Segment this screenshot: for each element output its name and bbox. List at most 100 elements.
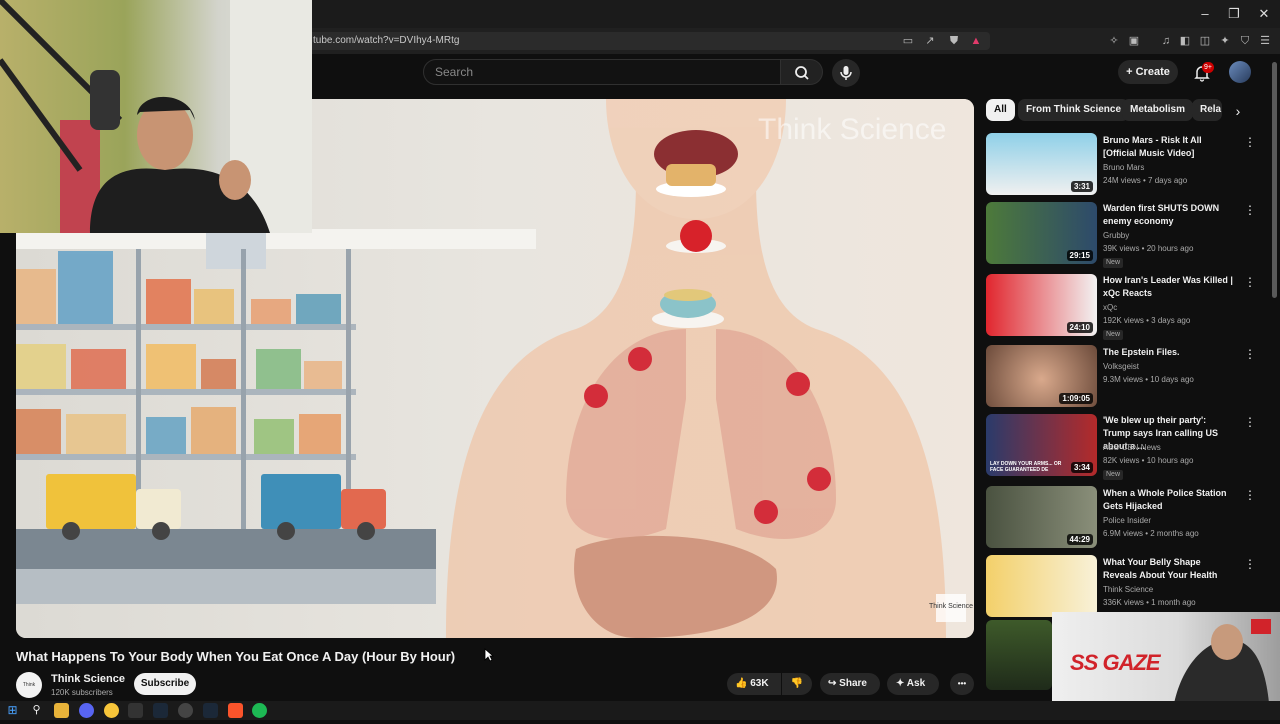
kebab-icon: ⋮	[1244, 275, 1256, 289]
rec-thumbnail-3[interactable]: 24:10	[986, 274, 1097, 336]
rec-meta-7: 336K views • 1 month ago	[1103, 598, 1196, 607]
wallet2-icon[interactable]: ◫	[1197, 33, 1213, 49]
extensions-icon[interactable]: ✧	[1106, 33, 1122, 49]
rec-menu-2[interactable]: ⋮	[1244, 203, 1256, 217]
rec-channel-4[interactable]: Volksgeist	[1103, 362, 1139, 371]
app-icon-5[interactable]	[128, 703, 143, 718]
create-button[interactable]: + Create	[1118, 60, 1178, 84]
rec-channel-6[interactable]: Police Insider	[1103, 516, 1151, 525]
sparkle-icon: ✦	[896, 678, 907, 689]
rec-meta-3: 192K views • 3 days ago	[1103, 316, 1191, 325]
voice-search-button[interactable]	[832, 59, 860, 87]
rec-duration: 29:15	[1066, 250, 1093, 261]
rec-thumbnail-8[interactable]	[986, 620, 1052, 690]
wallet-icon[interactable]: ▣	[1126, 33, 1142, 49]
microphone-icon	[840, 66, 852, 80]
chrome-icon[interactable]	[104, 703, 119, 718]
rec-channel-7[interactable]: Think Science	[1103, 585, 1153, 594]
like-button[interactable]: 👍 63K	[727, 673, 781, 695]
webcam-overlay	[0, 0, 312, 233]
steam-icon[interactable]	[153, 703, 168, 718]
media-icon[interactable]: ♫	[1158, 33, 1174, 49]
search-button[interactable]	[781, 59, 823, 85]
rec-title-7[interactable]: What Your Belly Shape Reveals About Your…	[1103, 556, 1233, 582]
file-explorer-icon[interactable]	[54, 703, 69, 718]
windows-start-icon[interactable]: ⊞	[5, 703, 20, 718]
address-bar-url: tube.com/watch?v=DVIhy4-MRtg	[313, 35, 460, 46]
chip-metabolism[interactable]: Metabolism	[1122, 99, 1194, 121]
plus-icon: +	[1126, 66, 1136, 78]
chip-from-think-science[interactable]: From Think Science	[1018, 99, 1130, 121]
rec-menu-1[interactable]: ⋮	[1244, 135, 1256, 149]
rec-thumbnail-5[interactable]: LAY DOWN YOUR ARMS... OR FACE GUARANTEED…	[986, 414, 1097, 476]
rec-menu-5[interactable]: ⋮	[1244, 415, 1256, 429]
rec-new-badge-3: New	[1103, 330, 1124, 340]
discord-icon[interactable]	[79, 703, 94, 718]
scrollbar-thumb[interactable]	[1272, 62, 1277, 298]
rec-menu-7[interactable]: ⋮	[1244, 557, 1256, 571]
rec-title-3[interactable]: How Iran's Leader Was Killed | xQc React…	[1103, 274, 1233, 300]
search-input[interactable]	[423, 59, 781, 85]
chip-all[interactable]: All	[986, 99, 1015, 121]
channel-name[interactable]: Think Science	[51, 673, 125, 685]
brave-rewards-icon[interactable]: ▲	[968, 33, 984, 49]
thumbs-up-icon: 👍	[735, 678, 748, 689]
kebab-icon: ⋮	[1244, 135, 1256, 149]
ask-label: Ask	[906, 678, 926, 689]
rec-title-4[interactable]: The Epstein Files.	[1103, 346, 1233, 359]
share-page-icon[interactable]: ↗	[922, 33, 938, 49]
rec-channel-2[interactable]: Grubby	[1103, 231, 1129, 240]
rec-duration: 24:10	[1066, 322, 1093, 333]
cast-icon[interactable]: ▭	[900, 33, 916, 49]
create-label: Create	[1135, 66, 1170, 78]
rec-channel-3[interactable]: xQc	[1103, 303, 1117, 312]
brave-browser-icon[interactable]	[228, 703, 243, 718]
taskbar-search-icon[interactable]: ⚲	[29, 703, 44, 718]
chips-next-button[interactable]: ›	[1230, 103, 1246, 119]
rec-thumbnail-caption: LAY DOWN YOUR ARMS... OR FACE GUARANTEED…	[990, 461, 1062, 473]
rec-meta-1: 24M views • 7 days ago	[1103, 176, 1188, 185]
menu-icon[interactable]: ☰	[1257, 33, 1273, 49]
chip-related[interactable]: Rela	[1192, 99, 1222, 121]
rec-thumbnail-1[interactable]: 3:31	[986, 133, 1097, 195]
rec-menu-6[interactable]: ⋮	[1244, 488, 1256, 502]
steam2-icon[interactable]	[203, 703, 218, 718]
rec-meta-4: 9.3M views • 10 days ago	[1103, 375, 1194, 384]
rec-menu-3[interactable]: ⋮	[1244, 275, 1256, 289]
vpn-icon[interactable]: ⛉	[1237, 33, 1253, 49]
channel-avatar[interactable]: Think Science	[16, 672, 42, 714]
overlay-brand: SS GAZE	[1070, 650, 1161, 675]
rec-channel-5[interactable]: ABS-CBN News	[1103, 443, 1161, 452]
more-actions-button[interactable]: •••	[950, 673, 974, 695]
minimize-button[interactable]: –	[1190, 4, 1220, 24]
mouse-cursor-icon	[484, 648, 494, 662]
rec-thumbnail-2[interactable]: 29:15	[986, 202, 1097, 264]
notification-badge: 9+	[1202, 62, 1214, 73]
rec-menu-4[interactable]: ⋮	[1244, 347, 1256, 361]
spotify-icon[interactable]	[252, 703, 267, 718]
sidebar-icon[interactable]: ◧	[1177, 33, 1193, 49]
kebab-icon: ⋮	[1244, 415, 1256, 429]
rec-thumbnail-4[interactable]: 1:09:05	[986, 345, 1097, 407]
dislike-button[interactable]: 👎	[782, 673, 812, 695]
rec-channel-1[interactable]: Bruno Mars	[1103, 163, 1144, 172]
kebab-icon: ⋮	[1244, 557, 1256, 571]
rec-duration: 1:09:05	[1059, 393, 1093, 404]
rec-title-1[interactable]: Bruno Mars - Risk It All [Official Music…	[1103, 134, 1233, 160]
rec-duration: 3:31	[1070, 181, 1093, 192]
subscribe-button[interactable]: Subscribe	[134, 673, 196, 695]
ask-button[interactable]: ✦ Ask	[887, 673, 939, 695]
rec-title-2[interactable]: Warden first SHUTS DOWN enemy economy	[1103, 202, 1233, 228]
leo-ai-icon[interactable]: ✦	[1217, 33, 1233, 49]
restore-button[interactable]: ❐	[1219, 4, 1249, 24]
rec-title-6[interactable]: When a Whole Police Station Gets Hijacke…	[1103, 487, 1233, 513]
rec-meta-6: 6.9M views • 2 months ago	[1103, 529, 1199, 538]
close-window-button[interactable]: ✕	[1249, 4, 1279, 24]
brave-shield-icon[interactable]: ⛊	[946, 33, 962, 49]
share-button[interactable]: ↪ Share	[820, 673, 880, 695]
rec-thumbnail-6[interactable]: 44:29	[986, 486, 1097, 548]
video-title: What Happens To Your Body When You Eat O…	[16, 649, 456, 664]
obs-icon[interactable]	[178, 703, 193, 718]
rec-thumbnail-7[interactable]	[986, 555, 1097, 617]
account-avatar[interactable]	[1229, 61, 1251, 83]
